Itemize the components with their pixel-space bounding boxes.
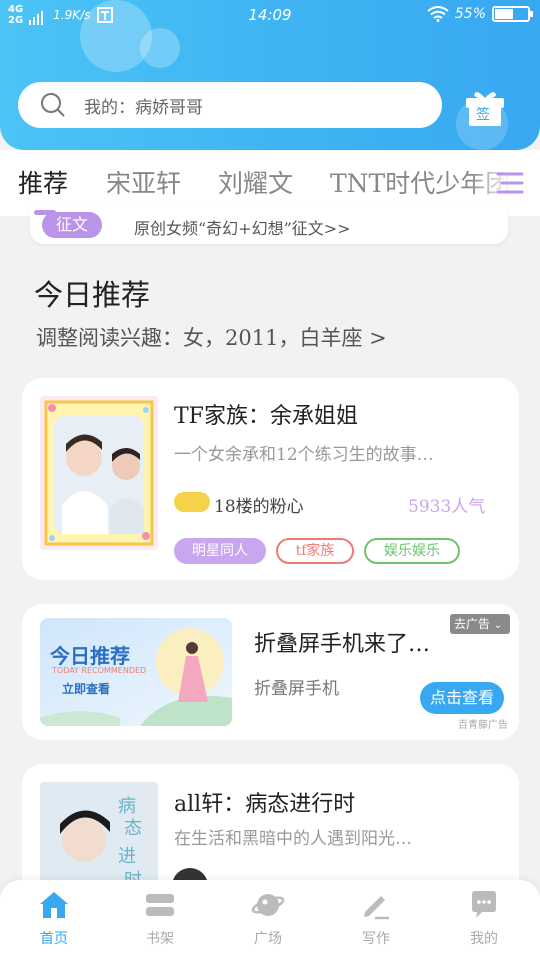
book-title: all轩：病态进行时 <box>174 792 356 817</box>
ad-banner-sub: TODAY RECOMMENDED <box>52 666 147 675</box>
ad-source: 百青藤广告 <box>458 720 508 731</box>
reading-interest-link[interactable]: 调整阅读兴趣：女，2011，白羊座 > <box>36 322 387 352</box>
tab-indicator <box>34 210 56 215</box>
nav-square-label: 广场 <box>254 931 282 947</box>
remove-ad-label: 去广告 <box>454 617 491 631</box>
nav-bookshelf-label: 书架 <box>146 931 174 947</box>
book-desc: 一个女余承和12个练习生的故事… <box>174 445 434 465</box>
decor-bubble <box>140 28 180 68</box>
ad-title: 折叠屏手机来了… <box>254 632 431 657</box>
popularity: 5933人气 <box>408 497 486 517</box>
nav-home-label: 首页 <box>40 931 68 947</box>
ad-banner-btn: 立即查看 <box>62 682 111 696</box>
tag-celebrity-fanfic[interactable]: 明星同人 <box>174 538 266 564</box>
ad-card[interactable]: 今日推荐 TODAY RECOMMENDED 立即查看 折叠屏手机来了… 折叠屏… <box>22 604 519 740</box>
wifi-icon <box>427 6 449 22</box>
pen-icon <box>364 896 389 920</box>
contest-notice[interactable]: 征文 原创女频“奇幻+幻想”征文>> <box>30 208 508 244</box>
svg-text:进: 进 <box>118 846 136 867</box>
status-bar: 4G 2G 1.9K/s 14:09 55% <box>0 0 540 34</box>
nav-profile-label: 我的 <box>470 931 498 947</box>
tab-song-yaxuan[interactable]: 宋亚轩 <box>106 164 181 200</box>
book-desc: 在生活和黑暗中的人遇到阳光… <box>174 829 412 849</box>
bookshelf-icon <box>146 894 174 916</box>
book-cover <box>40 396 158 550</box>
ad-banner: 今日推荐 TODAY RECOMMENDED 立即查看 <box>40 618 232 726</box>
notice-tag: 征文 <box>42 212 102 238</box>
section-title: 今日推荐 <box>34 278 151 312</box>
search-placeholder: 我的：病娇哥哥 <box>84 97 203 118</box>
book-card[interactable]: TF家族：余承姐姐 一个女余承和12个练习生的故事… 18楼的粉心 5933人气… <box>22 378 519 580</box>
home-icon <box>40 892 68 918</box>
remove-ad-button[interactable]: 去广告 ⌄ <box>450 614 510 634</box>
checkin-gift-button[interactable]: 签 <box>462 86 508 130</box>
battery-icon <box>492 6 533 22</box>
nav-bookshelf[interactable]: 书架 <box>120 888 200 948</box>
author-name: 18楼的粉心 <box>214 497 304 517</box>
bottom-nav: 首页 书架 广场 写作 我的 <box>0 880 540 960</box>
search-icon <box>41 93 65 117</box>
search-bar[interactable]: 我的：病娇哥哥 <box>18 82 442 128</box>
nav-square[interactable]: 广场 <box>228 888 308 948</box>
tag-tf-family[interactable]: tf家族 <box>276 538 354 564</box>
nav-write[interactable]: 写作 <box>336 888 416 948</box>
nav-profile[interactable]: 我的 <box>444 888 524 948</box>
battery-percent: 55% <box>454 6 486 22</box>
ad-desc: 折叠屏手机 <box>254 679 339 699</box>
chat-bubble-icon <box>472 891 496 918</box>
svg-text:病: 病 <box>118 796 136 817</box>
planet-icon <box>251 894 285 916</box>
nav-write-label: 写作 <box>362 931 390 947</box>
tab-liu-yaowen[interactable]: 刘耀文 <box>218 164 293 200</box>
chevron-down-icon: ⌄ <box>493 620 503 631</box>
tab-recommend[interactable]: 推荐 <box>18 164 68 200</box>
checkin-label: 签 <box>476 107 490 123</box>
menu-icon[interactable] <box>494 168 526 198</box>
author-avatar <box>174 492 210 512</box>
nav-home[interactable]: 首页 <box>14 888 94 948</box>
notice-text: 原创女频“奇幻+幻想”征文>> <box>134 219 351 238</box>
ad-banner-title: 今日推荐 <box>50 644 130 668</box>
tag-entertainment[interactable]: 娱乐娱乐 <box>364 538 460 564</box>
ad-cta-button[interactable]: 点击查看 <box>420 682 504 714</box>
cover-image <box>40 396 158 550</box>
book-title: TF家族：余承姐姐 <box>174 404 358 429</box>
svg-text:态: 态 <box>124 818 142 839</box>
header: 4G 2G 1.9K/s 14:09 55% 我的：病娇哥哥 签 <box>0 0 540 150</box>
battery-level <box>495 9 513 19</box>
